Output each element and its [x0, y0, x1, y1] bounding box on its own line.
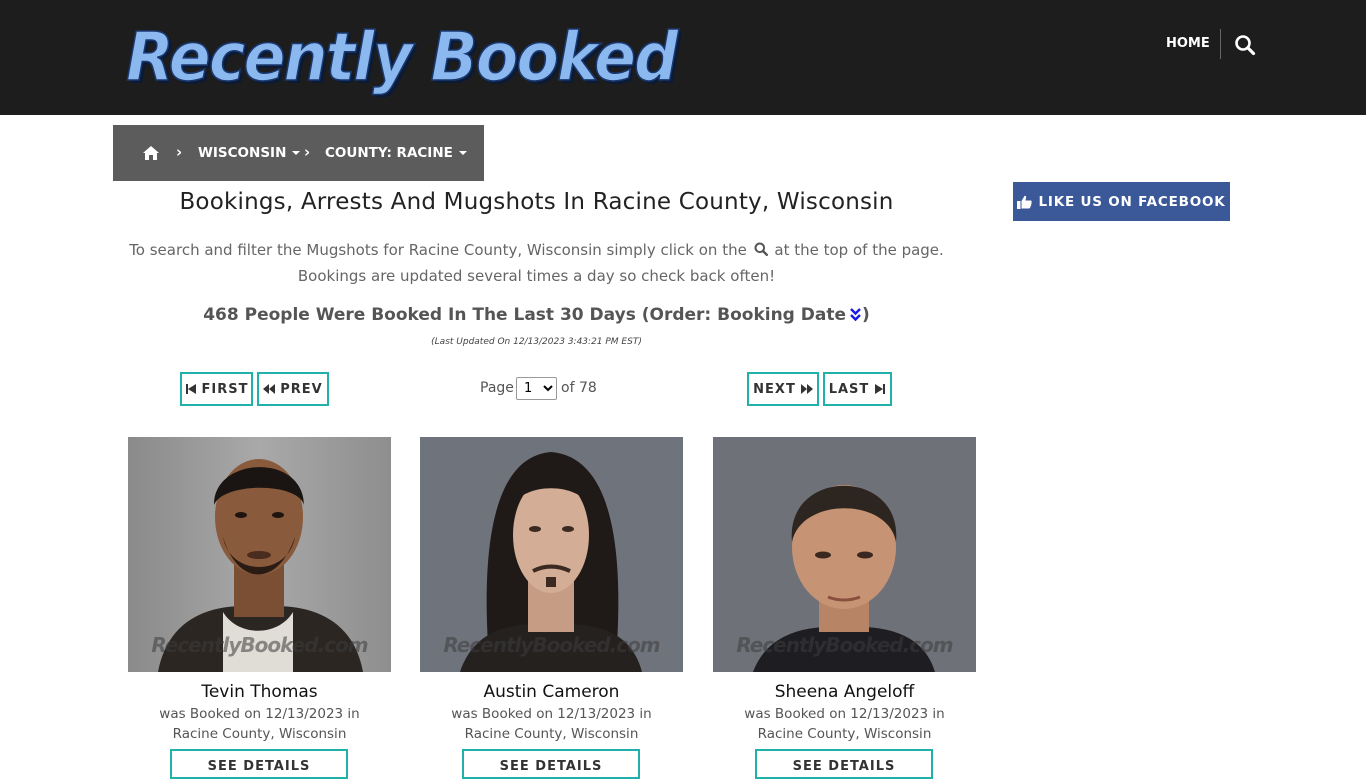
prev-label: PREV — [280, 381, 323, 397]
intro-part2: at the top of the page. — [774, 241, 944, 259]
see-details-button[interactable]: SEE DETAILS — [462, 749, 640, 779]
see-details-button[interactable]: SEE DETAILS — [755, 749, 933, 779]
breadcrumb-county-label: COUNTY: RACINE — [325, 145, 453, 161]
search-icon[interactable] — [1234, 34, 1256, 56]
search-icon — [754, 238, 768, 257]
page-select[interactable]: 1 — [516, 377, 557, 400]
facebook-label: LIKE US ON FACEBOOK — [1038, 193, 1226, 210]
home-icon[interactable] — [142, 145, 160, 161]
booked-line1: was Booked on 12/13/2023 in — [159, 706, 360, 722]
intro-part1: To search and filter the Mugshots for Ra… — [129, 241, 747, 259]
page-label: Page — [480, 380, 514, 396]
page-total: of 78 — [561, 380, 597, 396]
see-details-button[interactable]: SEE DETAILS — [170, 749, 348, 779]
chevron-right-icon: › — [304, 143, 311, 161]
nav-divider — [1220, 29, 1221, 59]
first-page-button[interactable]: FIRST — [180, 372, 253, 406]
prev-page-button[interactable]: PREV — [257, 372, 329, 406]
person-name[interactable]: Austin Cameron — [420, 682, 683, 702]
next-page-button[interactable]: NEXT — [747, 372, 819, 406]
last-label: LAST — [828, 381, 870, 397]
watermark: RecentlyBooked.com — [443, 633, 660, 657]
chevron-right-icon: › — [176, 143, 183, 161]
booking-count-close: ) — [862, 305, 870, 325]
breadcrumb-item-state[interactable]: WISCONSIN — [198, 145, 301, 161]
breadcrumb: › WISCONSIN › COUNTY: RACINE — [113, 125, 484, 181]
last-updated: (Last Updated On 12/13/2023 3:43:21 PM E… — [431, 337, 642, 347]
mugshot-photo[interactable]: RecentlyBooked.com — [128, 437, 391, 672]
intro-text: To search and filter the Mugshots for Ra… — [113, 237, 960, 289]
booked-line2: Racine County, Wisconsin — [172, 726, 347, 742]
logo-text: Recently Booked — [125, 16, 679, 97]
step-forward-icon — [875, 384, 886, 394]
booking-count: 468 People Were Booked In The Last 30 Da… — [113, 305, 960, 325]
backward-icon — [263, 384, 276, 394]
breadcrumb-item-county[interactable]: COUNTY: RACINE — [325, 145, 467, 161]
person-name[interactable]: Sheena Angeloff — [713, 682, 976, 702]
mugshot-photo[interactable]: RecentlyBooked.com — [713, 437, 976, 672]
booked-line1: was Booked on 12/13/2023 in — [451, 706, 652, 722]
mugshot-photo[interactable]: RecentlyBooked.com — [420, 437, 683, 672]
nav-home-link[interactable]: HOME — [1166, 36, 1210, 51]
booking-card[interactable]: RecentlyBooked.com Austin Cameron was Bo… — [420, 437, 683, 779]
double-chevron-down-icon[interactable] — [849, 306, 862, 322]
watermark: RecentlyBooked.com — [151, 633, 368, 657]
booked-line2: Racine County, Wisconsin — [464, 726, 639, 742]
first-label: FIRST — [201, 381, 249, 397]
booking-card[interactable]: RecentlyBooked.com Tevin Thomas was Book… — [128, 437, 391, 779]
facebook-like-button[interactable]: LIKE US ON FACEBOOK — [1013, 182, 1230, 221]
breadcrumb-state-label: WISCONSIN — [198, 145, 287, 161]
page-title: Bookings, Arrests And Mugshots In Racine… — [179, 189, 894, 215]
booking-card[interactable]: RecentlyBooked.com Sheena Angeloff was B… — [713, 437, 976, 779]
booked-line2: Racine County, Wisconsin — [757, 726, 932, 742]
caret-down-icon — [458, 151, 467, 155]
site-logo[interactable]: Recently Booked — [125, 14, 679, 96]
site-header: Recently Booked HOME — [0, 0, 1366, 115]
last-page-button[interactable]: LAST — [823, 372, 892, 406]
caret-down-icon — [292, 151, 301, 155]
thumbs-up-icon — [1017, 195, 1033, 209]
person-name[interactable]: Tevin Thomas — [128, 682, 391, 702]
step-backward-icon — [185, 384, 196, 394]
booked-line1: was Booked on 12/13/2023 in — [744, 706, 945, 722]
watermark: RecentlyBooked.com — [736, 633, 953, 657]
intro-line2: Bookings are updated several times a day… — [297, 267, 776, 285]
next-label: NEXT — [753, 381, 796, 397]
booking-count-text: 468 People Were Booked In The Last 30 Da… — [203, 305, 847, 325]
forward-icon — [800, 384, 813, 394]
